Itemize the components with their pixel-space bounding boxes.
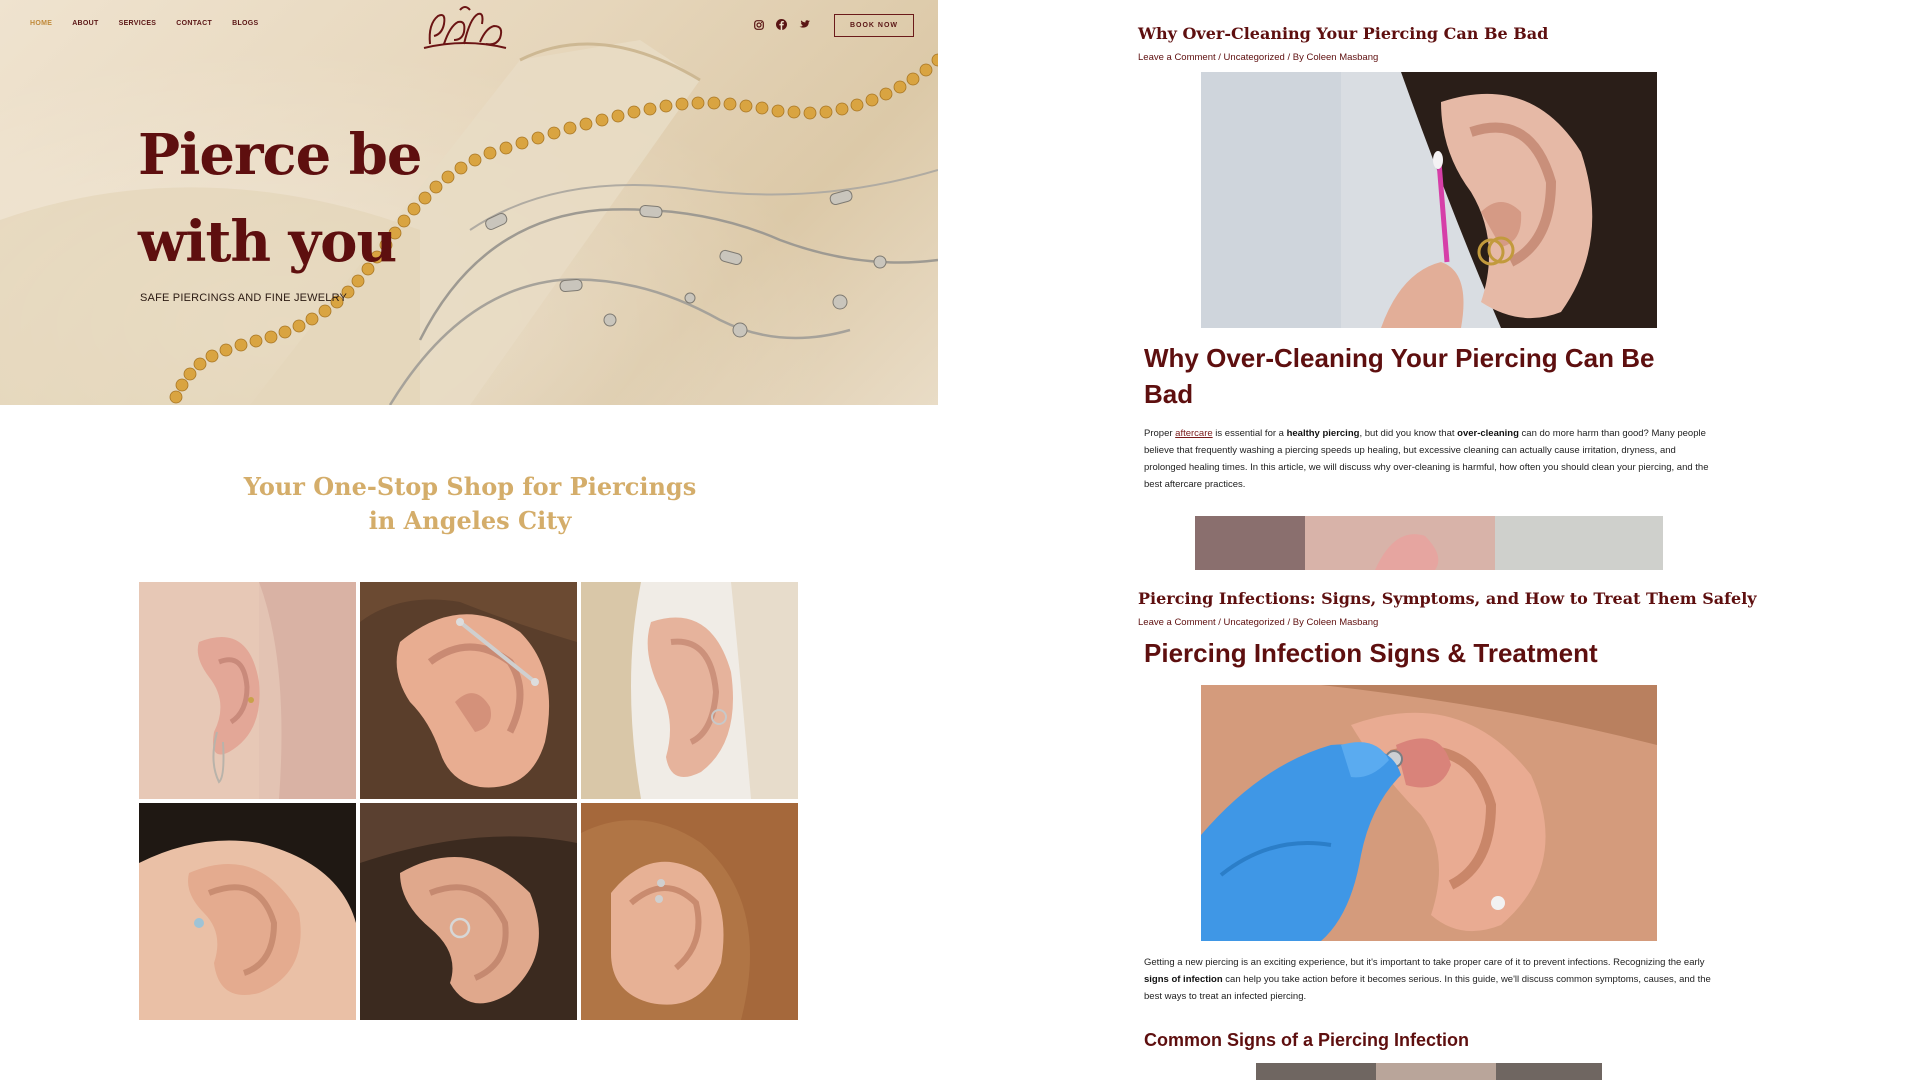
book-now-button[interactable]: BOOK NOW xyxy=(834,14,914,37)
post-2-title[interactable]: Piercing Infections: Signs, Symptoms, an… xyxy=(1138,589,1757,608)
post-1-paragraph: Proper aftercare is essential for a heal… xyxy=(1144,425,1714,493)
gallery-photo-6[interactable] xyxy=(581,803,798,1020)
gallery-photo-1[interactable] xyxy=(139,582,356,799)
piercing-gallery xyxy=(139,582,799,1020)
p-bold: over-cleaning xyxy=(1457,428,1519,439)
nav-item-home[interactable]: HOME xyxy=(30,20,52,27)
post-1-heading-line-2: Bad xyxy=(1144,379,1194,409)
post-1-comment-link[interactable]: Leave a Comment xyxy=(1138,52,1216,63)
post-1-featured-image[interactable] xyxy=(1201,72,1657,328)
post-2-meta: Leave a Comment / Uncategorized / By Col… xyxy=(1138,617,1378,628)
post-1-title[interactable]: Why Over-Cleaning Your Piercing Can Be B… xyxy=(1138,24,1548,43)
post-2-featured-image[interactable] xyxy=(1201,685,1657,941)
post-2-inline-image xyxy=(1256,1063,1602,1080)
p-bold: signs of infection xyxy=(1144,974,1223,985)
social-links xyxy=(752,18,811,31)
p-text: , but did you know that xyxy=(1359,428,1458,439)
instagram-icon[interactable] xyxy=(752,18,765,31)
p-text: Proper xyxy=(1144,428,1176,439)
post-2-author-link[interactable]: By Coleen Masbang xyxy=(1293,617,1379,628)
p-bold: healthy piercing xyxy=(1286,428,1360,439)
hero-title: Pierce be with you xyxy=(138,112,498,286)
post-2-subheading: Common Signs of a Piercing Infection xyxy=(1144,1030,1470,1050)
hero-subtitle: SAFE PIERCINGS AND FINE JEWELRY xyxy=(140,292,348,304)
nav-item-services[interactable]: SERVICES xyxy=(119,20,157,27)
gallery-photo-5[interactable] xyxy=(360,803,577,1020)
p-text: can help you take action before it becom… xyxy=(1144,974,1711,1002)
gallery-photo-3[interactable] xyxy=(581,582,798,799)
post-2-paragraph: Getting a new piercing is an exciting ex… xyxy=(1144,954,1714,1005)
gallery-photo-2[interactable] xyxy=(360,582,577,799)
post-1-heading-line-1: Why Over-Cleaning Your Piercing Can Be xyxy=(1144,343,1655,373)
post-1-meta: Leave a Comment / Uncategorized / By Col… xyxy=(1138,52,1378,63)
post-2-heading: Piercing Infection Signs & Treatment xyxy=(1144,638,1598,668)
post-1-heading: Why Over-Cleaning Your Piercing Can Be B… xyxy=(1144,340,1704,412)
post-1-category-link[interactable]: Uncategorized xyxy=(1224,52,1285,63)
twitter-icon[interactable] xyxy=(798,18,811,31)
hero-title-line-2: with you xyxy=(138,209,397,275)
post-2-category-link[interactable]: Uncategorized xyxy=(1224,617,1285,628)
section-title-line-2: in Angeles City xyxy=(368,506,572,535)
facebook-icon[interactable] xyxy=(775,18,788,31)
nav-item-contact[interactable]: CONTACT xyxy=(176,20,212,27)
post-1-inline-image xyxy=(1195,516,1663,570)
nav-item-about[interactable]: ABOUT xyxy=(72,20,98,27)
section-title-line-1: Your One-Stop Shop for Piercings xyxy=(243,472,697,501)
nav-item-blogs[interactable]: BLOGS xyxy=(232,20,258,27)
site-logo[interactable] xyxy=(420,4,510,50)
hero-banner: HOME ABOUT SERVICES CONTACT BLOGS BOOK N… xyxy=(0,0,938,405)
section-title: Your One-Stop Shop for Piercings in Ange… xyxy=(200,470,740,538)
aftercare-link[interactable]: aftercare xyxy=(1175,428,1213,439)
main-nav: HOME ABOUT SERVICES CONTACT BLOGS xyxy=(30,20,258,27)
gallery-photo-4[interactable] xyxy=(139,803,356,1020)
p-text: is essential for a xyxy=(1212,428,1287,439)
hero-title-line-1: Pierce be xyxy=(138,122,423,188)
p-text: Getting a new piercing is an exciting ex… xyxy=(1144,957,1705,968)
post-2-comment-link[interactable]: Leave a Comment xyxy=(1138,617,1216,628)
post-1-author-link[interactable]: By Coleen Masbang xyxy=(1293,52,1379,63)
